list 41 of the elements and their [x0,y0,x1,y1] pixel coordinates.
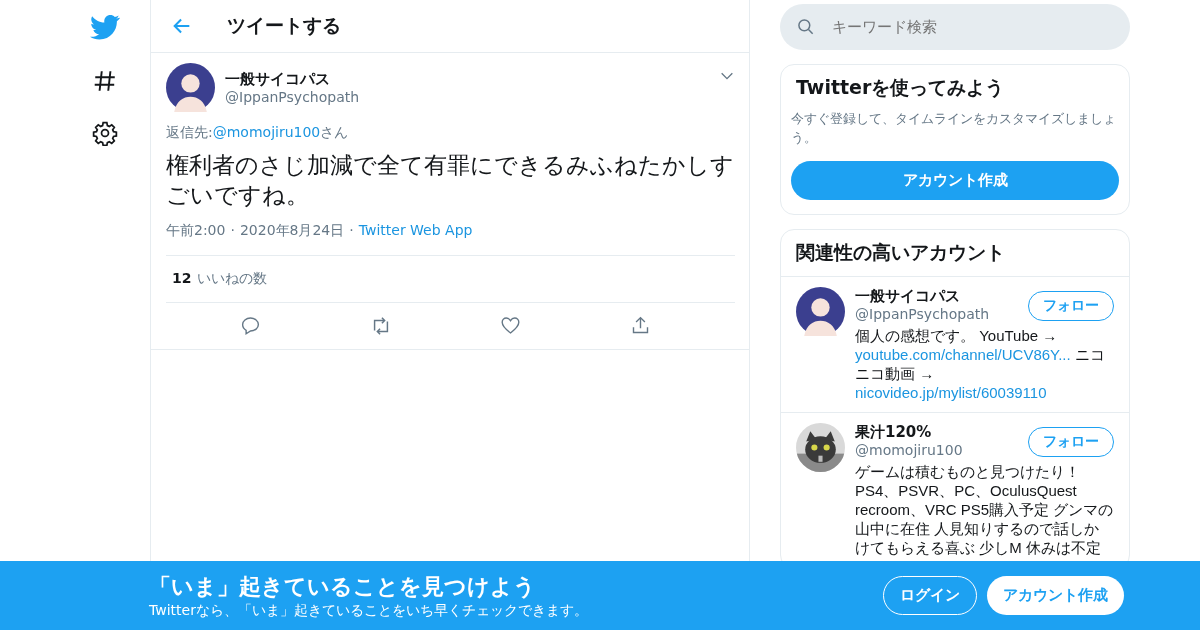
reply-suffix: さん [320,124,349,140]
account-name[interactable]: 果汁120% [855,423,963,442]
search-field[interactable]: キーワード検索 [780,4,1130,50]
avatar [166,63,215,112]
account-bio: ゲームは積むものと見つけたり！ PS4、PSVR、PC、OculusQuest recroom、VRC PS5購入予定 グンマの山中に在住 人見知りするので話しかけてもらえる喜ぶ 少しM 休みは不定 [855,462,1114,557]
follow-button[interactable]: フォロー [1028,427,1114,457]
bird-logo-icon[interactable] [90,12,120,42]
card-text: 今すぐ登録して、タイムラインをカスタマイズしましょう。 [791,110,1117,147]
settings-icon[interactable] [92,120,118,146]
heart-icon[interactable] [500,315,522,336]
source-link[interactable]: Twitter Web App [358,222,473,240]
user-name[interactable]: 一般サイコパス [225,70,360,89]
page-title: ツイートする [227,13,341,38]
avatar[interactable] [796,287,845,336]
banner-subtitle: Twitterなら、「いま」起きていることをいち早くチェックできます。 [149,601,589,620]
like-count[interactable]: 12 [172,270,192,288]
tweet-time[interactable]: 午前2:00 [166,222,226,240]
account-handle[interactable]: @momojiru100 [855,442,963,458]
bio-link[interactable]: youtube.com/channel/UCV86Y... [855,346,1071,363]
mention-link[interactable]: @momojiru100 [212,124,321,140]
signup-button[interactable]: アカウント作成 [987,576,1124,615]
reply-label: 返信先: [166,124,213,140]
separator-dot: · [349,222,354,240]
user-handle[interactable]: @IppanPsychopath [225,89,360,105]
follow-button[interactable]: フォロー [1028,291,1114,321]
banner-title: 「いま」起きていることを見つけよう [149,572,537,601]
like-label[interactable]: いいねの数 [197,270,268,288]
separator-dot: · [230,222,235,240]
account-handle[interactable]: @IppanPsychopath [855,306,990,322]
account-name[interactable]: 一般サイコパス [855,287,990,306]
tweet-text: 権利者のさじ加減で全て有罪にできるみふねたかしすごいですね。 [166,151,735,210]
search-icon [796,17,816,37]
bio-link[interactable]: nicovideo.jp/mylist/60039110 [855,384,1047,401]
card-title: 関連性の高いアカウント [781,230,1129,277]
hashtag-icon[interactable] [92,68,118,94]
search-input[interactable]: キーワード検索 [830,17,1094,37]
tweet-date[interactable]: 2020年8月24日 [239,222,345,240]
card-title: Twitterを使ってみよう [795,75,1006,100]
signup-button[interactable]: アカウント作成 [791,161,1119,200]
reply-icon[interactable] [240,315,262,336]
account-bio: 個人の感想です。 YouTube → youtube.com/channel/UCV86Y... ニコニコ動画 → nicovideo.jp/mylist/60039110 [855,326,1106,402]
